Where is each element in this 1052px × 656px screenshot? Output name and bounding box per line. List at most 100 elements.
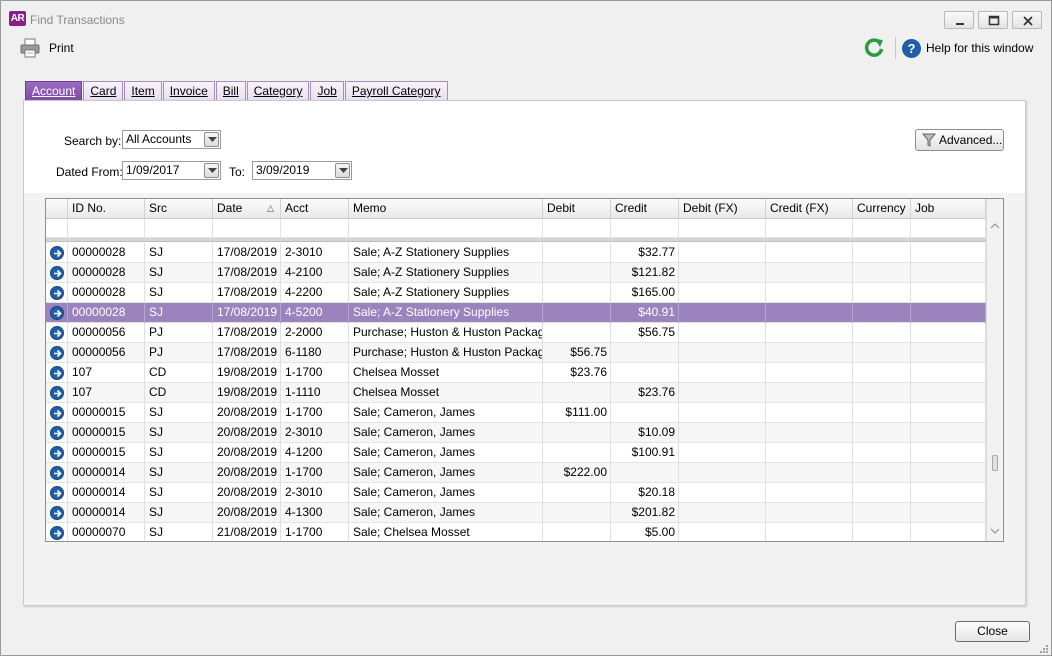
column-filter-cell[interactable] [543, 219, 611, 238]
table-row[interactable]: 00000015 SJ 20/08/2019 2-3010 Sale; Cameron,… [46, 423, 986, 443]
column-header-acct[interactable]: Acct [281, 199, 349, 219]
zoom-arrow-icon[interactable] [50, 266, 64, 280]
print-button[interactable]: Print [19, 37, 74, 59]
table-row[interactable]: 00000014 SJ 20/08/2019 1-1700 Sale; Cameron,… [46, 463, 986, 483]
column-header-job[interactable]: Job [911, 199, 986, 219]
table-row[interactable]: 00000015 SJ 20/08/2019 1-1700 Sale; Cameron,… [46, 403, 986, 423]
zoom-arrow-cell[interactable] [46, 283, 68, 303]
zoom-arrow-icon[interactable] [50, 466, 64, 480]
zoom-arrow-cell[interactable] [46, 443, 68, 463]
zoom-arrow-icon[interactable] [50, 526, 64, 540]
tab-job[interactable]: Job [310, 81, 344, 101]
zoom-arrow-cell[interactable] [46, 403, 68, 423]
table-row[interactable]: 00000028 SJ 17/08/2019 4-5200 Sale; A-Z Stat… [46, 303, 986, 323]
zoom-arrow-icon[interactable] [50, 386, 64, 400]
column-header-id-no[interactable]: ID No. [68, 199, 145, 219]
table-row[interactable]: 00000056 PJ 17/08/2019 6-1180 Purchase; Hust… [46, 343, 986, 363]
sort-ascending-icon: △ [267, 203, 274, 213]
zoom-arrow-icon[interactable] [50, 366, 64, 380]
column-header-date[interactable]: Date △ [213, 199, 281, 219]
cell-memo: Chelsea Mosset [349, 363, 543, 383]
table-row[interactable]: 00000014 SJ 20/08/2019 4-1300 Sale; Cameron,… [46, 503, 986, 523]
table-row[interactable]: 00000028 SJ 17/08/2019 4-2100 Sale; A-Z Stat… [46, 263, 986, 283]
minimize-button[interactable] [944, 11, 974, 29]
table-row[interactable]: 107 CD 19/08/2019 1-1110 Chelsea Mosset $23.7… [46, 383, 986, 403]
zoom-arrow-cell[interactable] [46, 303, 68, 323]
column-filter-cell[interactable] [853, 219, 911, 238]
tab-bill[interactable]: Bill [215, 81, 246, 101]
cell-job [911, 383, 986, 403]
zoom-arrow-cell[interactable] [46, 503, 68, 523]
zoom-arrow-icon[interactable] [50, 506, 64, 520]
tab-item[interactable]: Item [124, 81, 162, 101]
column-filter-cell[interactable] [68, 219, 145, 238]
tab-account[interactable]: Account [25, 81, 83, 101]
tab-card[interactable]: Card [83, 81, 124, 101]
zoom-arrow-cell[interactable] [46, 243, 68, 263]
zoom-arrow-cell[interactable] [46, 263, 68, 283]
zoom-arrow-icon[interactable] [50, 426, 64, 440]
close-button[interactable]: Close [955, 621, 1030, 642]
zoom-arrow-cell[interactable] [46, 483, 68, 503]
column-header-src[interactable]: Src [145, 199, 213, 219]
tab-payroll-category[interactable]: Payroll Category [344, 81, 448, 101]
scrollbar-thumb[interactable] [992, 455, 998, 471]
zoom-arrow-cell[interactable] [46, 523, 68, 541]
zoom-arrow-cell[interactable] [46, 343, 68, 363]
zoom-arrow-icon[interactable] [50, 286, 64, 300]
search-by-select[interactable]: All Accounts [122, 130, 221, 149]
zoom-arrow-cell[interactable] [46, 383, 68, 403]
column-filter-cell[interactable] [281, 219, 349, 238]
zoom-arrow-icon[interactable] [50, 346, 64, 360]
zoom-arrow-icon[interactable] [50, 446, 64, 460]
column-filter-cell[interactable] [611, 219, 679, 238]
column-header-debit-fx[interactable]: Debit (FX) [679, 199, 766, 219]
refresh-button[interactable] [863, 37, 885, 59]
zoom-arrow-cell[interactable] [46, 363, 68, 383]
vertical-scrollbar[interactable] [986, 199, 1003, 541]
help-button[interactable]: ? Help for this window [902, 37, 1033, 59]
zoom-arrow-icon[interactable] [50, 406, 64, 420]
tab-invoice[interactable]: Invoice [162, 81, 215, 101]
zoom-arrow-icon[interactable] [50, 486, 64, 500]
table-row[interactable]: 00000028 SJ 17/08/2019 2-3010 Sale; A-Z Stat… [46, 243, 986, 263]
zoom-arrow-cell[interactable] [46, 423, 68, 443]
column-header-icon[interactable] [46, 199, 68, 219]
column-filter-cell[interactable] [679, 219, 766, 238]
maximize-button[interactable] [978, 11, 1008, 29]
cell-currency [853, 303, 911, 323]
column-header-credit[interactable]: Credit [611, 199, 679, 219]
scroll-up-icon[interactable] [991, 223, 999, 229]
column-header-label: Debit [547, 201, 576, 215]
scroll-down-icon[interactable] [991, 528, 999, 534]
advanced-button[interactable]: Advanced... [915, 129, 1004, 151]
cell-debit-fx [679, 263, 766, 283]
dated-from-field[interactable]: 1/09/2017 [122, 161, 221, 180]
table-row[interactable]: 00000014 SJ 20/08/2019 2-3010 Sale; Cameron,… [46, 483, 986, 503]
zoom-arrow-icon[interactable] [50, 306, 64, 320]
table-row[interactable]: 00000056 PJ 17/08/2019 2-2000 Purchase; Hust… [46, 323, 986, 343]
column-header-currency[interactable]: Currency [853, 199, 911, 219]
zoom-arrow-icon[interactable] [50, 246, 64, 260]
resize-grip-icon[interactable] [1037, 642, 1049, 654]
table-row[interactable]: 00000015 SJ 20/08/2019 4-1200 Sale; Cameron,… [46, 443, 986, 463]
table-row[interactable]: 00000028 SJ 17/08/2019 4-2200 Sale; A-Z Stat… [46, 283, 986, 303]
column-header-memo[interactable]: Memo [349, 199, 543, 219]
close-window-button[interactable] [1012, 11, 1042, 29]
column-filter-cell[interactable] [766, 219, 853, 238]
dated-to-field[interactable]: 3/09/2019 [252, 161, 352, 180]
column-header-credit-fx[interactable]: Credit (FX) [766, 199, 853, 219]
table-row[interactable]: 107 CD 19/08/2019 1-1700 Chelsea Mosset $23.7… [46, 363, 986, 383]
tab-category[interactable]: Category [246, 81, 310, 101]
zoom-arrow-cell[interactable] [46, 463, 68, 483]
zoom-arrow-cell[interactable] [46, 323, 68, 343]
column-filter-cell[interactable] [349, 219, 543, 238]
column-filter-cell[interactable] [213, 219, 281, 238]
funnel-icon [922, 133, 936, 147]
cell-job [911, 263, 986, 283]
table-row[interactable]: 00000070 SJ 21/08/2019 1-1700 Sale; Chelsea … [46, 523, 986, 541]
zoom-arrow-icon[interactable] [50, 326, 64, 340]
column-header-debit[interactable]: Debit [543, 199, 611, 219]
column-filter-cell[interactable] [911, 219, 986, 238]
column-filter-cell[interactable] [145, 219, 213, 238]
